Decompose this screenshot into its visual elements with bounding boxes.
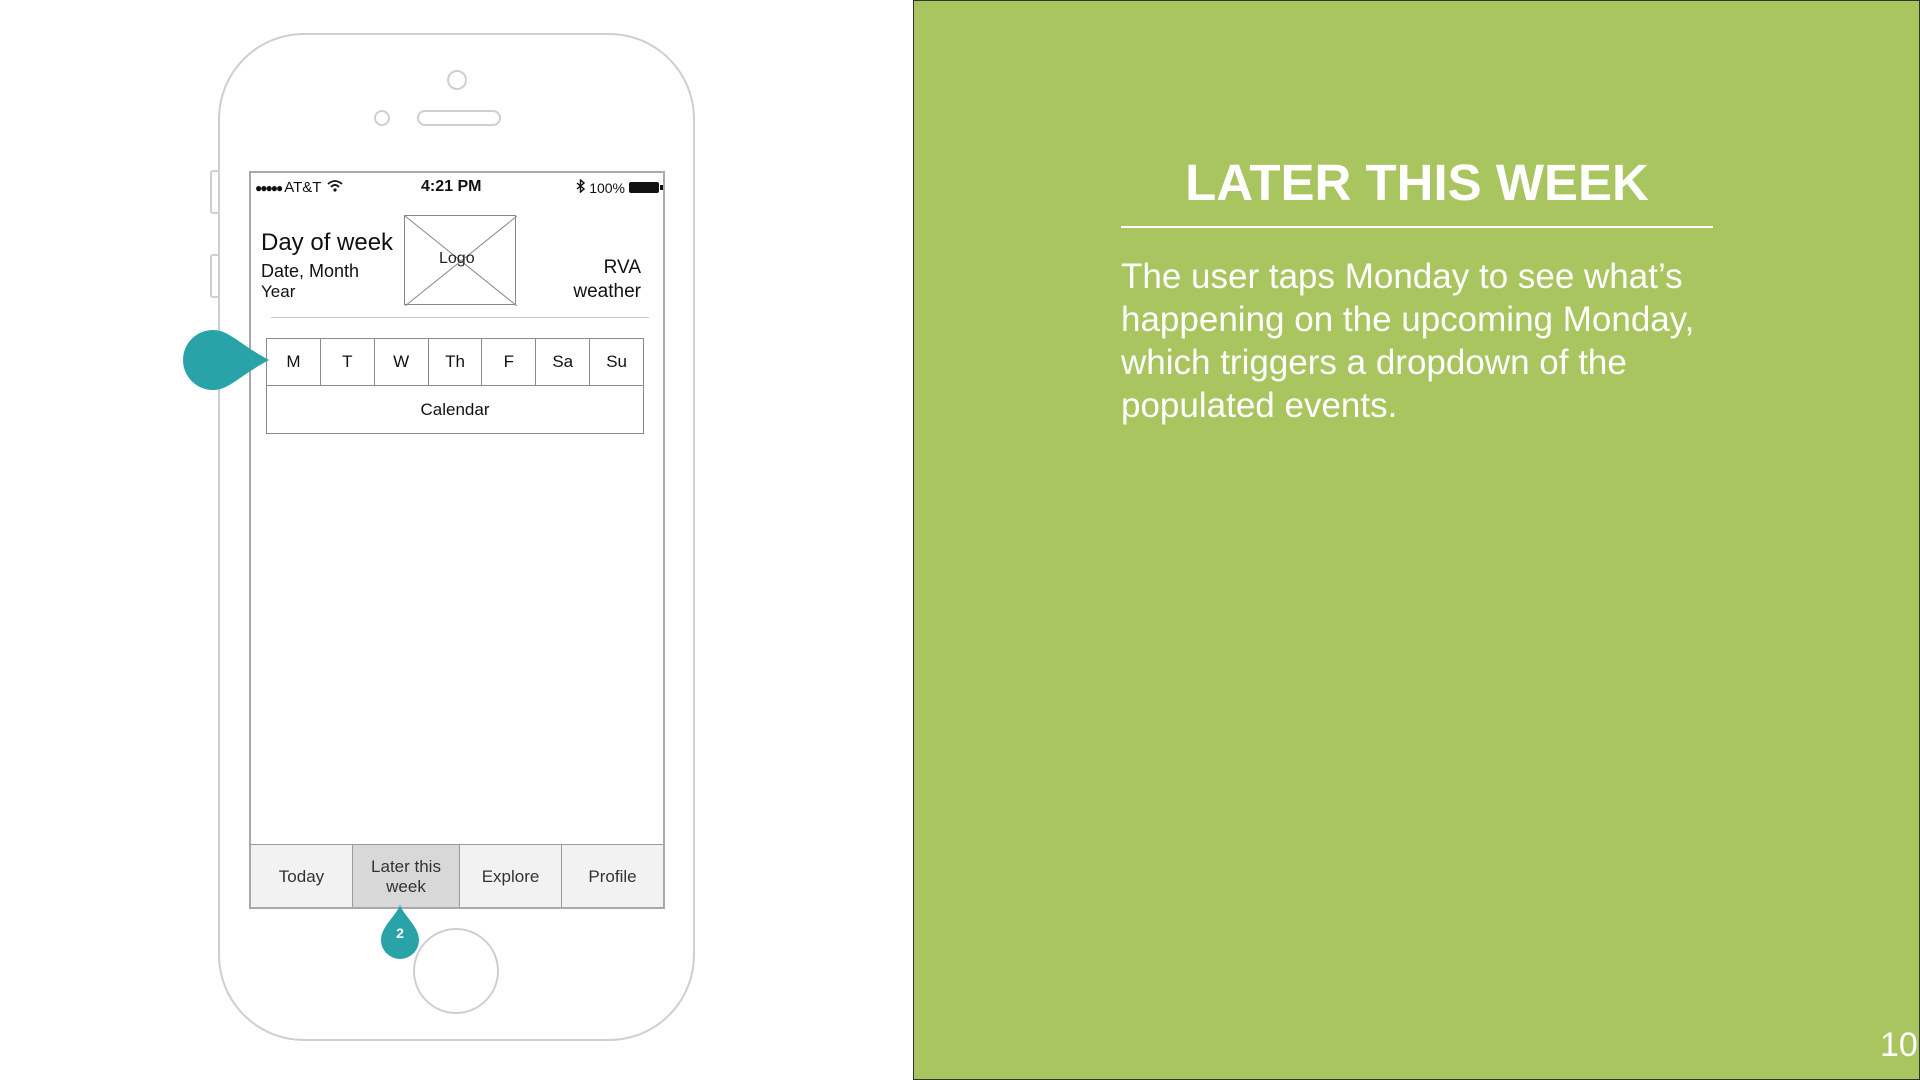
day-button-saturday[interactable]: Sa bbox=[536, 339, 591, 385]
day-button-tuesday[interactable]: T bbox=[321, 339, 375, 385]
phone-sensor bbox=[374, 110, 390, 126]
annotation-pointer-marker bbox=[183, 330, 269, 390]
battery-icon bbox=[629, 182, 663, 193]
logo-placeholder: Logo bbox=[404, 215, 517, 306]
day-button-friday[interactable]: F bbox=[482, 339, 537, 385]
year-label: Year bbox=[261, 282, 296, 301]
calendar-button[interactable]: Calendar bbox=[266, 385, 644, 434]
week-day-selector: M T W Th F Sa Su bbox=[266, 338, 644, 386]
status-time: 4:21 PM bbox=[421, 178, 482, 195]
day-button-wednesday[interactable]: W bbox=[375, 339, 429, 385]
panel-title: LATER THIS WEEK bbox=[1185, 154, 1649, 211]
tab-later-this-week-label: Later this week bbox=[371, 857, 441, 896]
day-of-week-label: Day of week bbox=[261, 229, 394, 256]
battery-area: 100% bbox=[576, 178, 663, 196]
status-bar: ●●●●● AT&T 4:21 PM 100% bbox=[251, 173, 663, 201]
weather-label: weather bbox=[573, 281, 641, 302]
phone-speaker bbox=[417, 110, 501, 126]
tab-explore[interactable]: Explore bbox=[460, 845, 562, 907]
annotation-step-number: 2 bbox=[396, 925, 404, 941]
phone-volume-down-button bbox=[210, 254, 218, 298]
bluetooth-icon bbox=[576, 178, 586, 196]
day-button-thursday[interactable]: Th bbox=[429, 339, 483, 385]
tab-later-this-week[interactable]: Later this week bbox=[352, 845, 461, 907]
battery-percent: 100% bbox=[589, 179, 625, 196]
logo-label: Logo bbox=[439, 250, 475, 267]
date-month-label: Date, Month bbox=[261, 261, 360, 281]
signal-icon: ●●●●● bbox=[255, 180, 283, 195]
day-button-sunday[interactable]: Su bbox=[590, 339, 643, 385]
weather-location: RVA bbox=[603, 257, 641, 278]
day-button-monday[interactable]: M bbox=[267, 339, 321, 385]
carrier-name: AT&T bbox=[284, 179, 322, 196]
carrier-area: ●●●●● AT&T bbox=[255, 179, 344, 196]
panel-description: The user taps Monday to see what’s happe… bbox=[1121, 257, 1695, 425]
phone-camera bbox=[447, 70, 467, 90]
header-divider bbox=[271, 317, 649, 318]
phone-home-button[interactable] bbox=[413, 928, 499, 1014]
tab-profile[interactable]: Profile bbox=[562, 845, 663, 907]
phone-screen: ●●●●● AT&T 4:21 PM 100% Day of week Date… bbox=[249, 171, 665, 909]
tab-today[interactable]: Today bbox=[251, 845, 353, 907]
panel-title-divider bbox=[1121, 226, 1713, 228]
tab-bar: Today Later this week Explore Profile bbox=[251, 844, 663, 907]
phone-volume-up-button bbox=[210, 170, 218, 214]
page-number: 10 bbox=[1880, 1026, 1918, 1064]
wifi-icon bbox=[327, 180, 344, 195]
